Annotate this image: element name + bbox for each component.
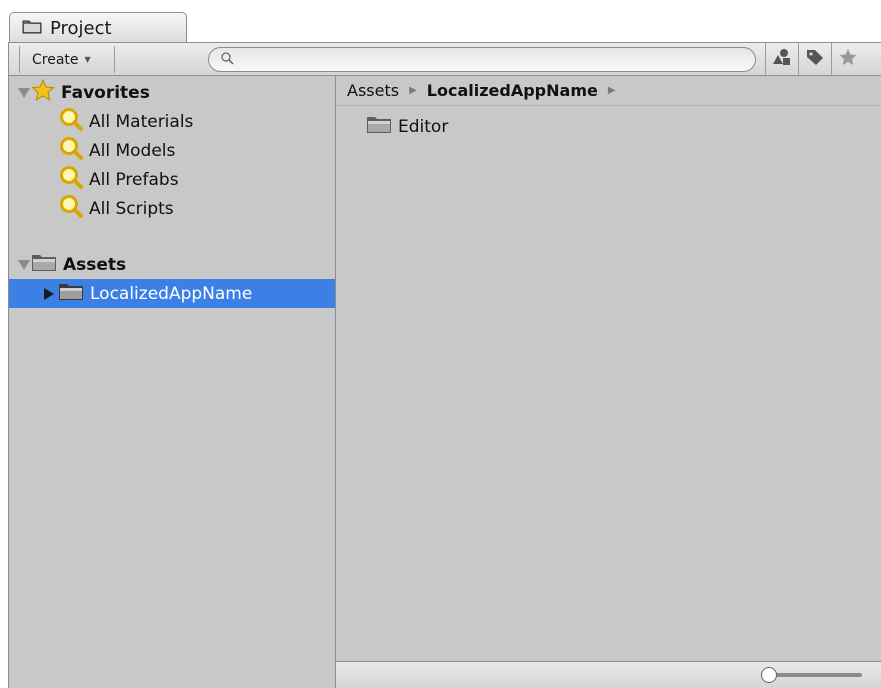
favorite-item-scripts[interactable]: All Scripts xyxy=(9,194,335,223)
search-icon xyxy=(59,136,83,165)
project-tab[interactable]: Project xyxy=(9,12,187,43)
disclosure-triangle-icon[interactable] xyxy=(18,259,30,270)
favorite-item-label: All Materials xyxy=(89,111,194,132)
search-icon xyxy=(59,107,83,136)
search-icon xyxy=(59,194,83,223)
asset-item-editor[interactable]: Editor xyxy=(366,114,448,139)
star-icon xyxy=(31,78,55,106)
create-button[interactable]: Create ▼ xyxy=(19,46,115,73)
favorites-header[interactable]: Favorites xyxy=(9,78,335,107)
tree-item-localizedappname[interactable]: LocalizedAppName xyxy=(9,279,335,308)
star-icon xyxy=(838,48,858,70)
asset-item-label: Editor xyxy=(398,116,449,137)
favorite-item-materials[interactable]: All Materials xyxy=(9,107,335,136)
search-field[interactable] xyxy=(208,47,756,72)
assets-label: Assets xyxy=(63,254,127,275)
create-label: Create xyxy=(32,51,79,68)
folder-icon xyxy=(58,281,84,306)
search-input[interactable] xyxy=(240,52,755,67)
breadcrumb: Assets ▶ LocalizedAppName ▶ xyxy=(336,76,881,106)
label-tag-icon xyxy=(805,48,825,70)
chevron-right-icon: ▶ xyxy=(607,85,616,96)
search-icon xyxy=(59,165,83,194)
folder-tree-panel: Favorites All Materials All Models All P… xyxy=(8,76,336,688)
chevron-down-icon: ▼ xyxy=(84,55,91,64)
search-by-label-button[interactable] xyxy=(798,43,830,75)
disclosure-triangle-icon[interactable] xyxy=(18,87,30,98)
folder-icon xyxy=(366,114,392,139)
favorite-item-label: All Prefabs xyxy=(89,169,179,190)
favorite-item-label: All Models xyxy=(89,140,176,161)
favorite-item-label: All Scripts xyxy=(89,198,174,219)
search-by-type-icon xyxy=(772,48,792,70)
favorites-label: Favorites xyxy=(61,82,150,103)
tab-label: Project xyxy=(50,17,112,39)
disclosure-triangle-icon[interactable] xyxy=(44,287,54,300)
tree-item-label: LocalizedAppName xyxy=(90,283,253,304)
assets-header[interactable]: Assets xyxy=(9,250,335,279)
search-icon xyxy=(221,50,234,69)
icon-size-slider-track[interactable] xyxy=(768,673,862,677)
project-window: Project Create ▼ Favorites All Materials… xyxy=(0,0,881,688)
chevron-right-icon: ▶ xyxy=(409,85,417,96)
favorite-item-prefabs[interactable]: All Prefabs xyxy=(9,165,335,194)
toolbar: Create ▼ xyxy=(8,42,881,76)
search-by-type-button[interactable] xyxy=(765,43,797,75)
favorite-item-models[interactable]: All Models xyxy=(9,136,335,165)
asset-browser-panel: Assets ▶ LocalizedAppName ▶ Editor xyxy=(336,76,881,688)
folder-icon xyxy=(22,18,42,38)
breadcrumb-item-current[interactable]: LocalizedAppName xyxy=(427,81,598,100)
breadcrumb-item-assets[interactable]: Assets xyxy=(347,81,399,100)
icon-size-slider-handle[interactable] xyxy=(761,667,777,683)
save-favorite-button[interactable] xyxy=(831,43,863,75)
folder-icon xyxy=(31,252,57,277)
status-bar xyxy=(336,661,881,688)
